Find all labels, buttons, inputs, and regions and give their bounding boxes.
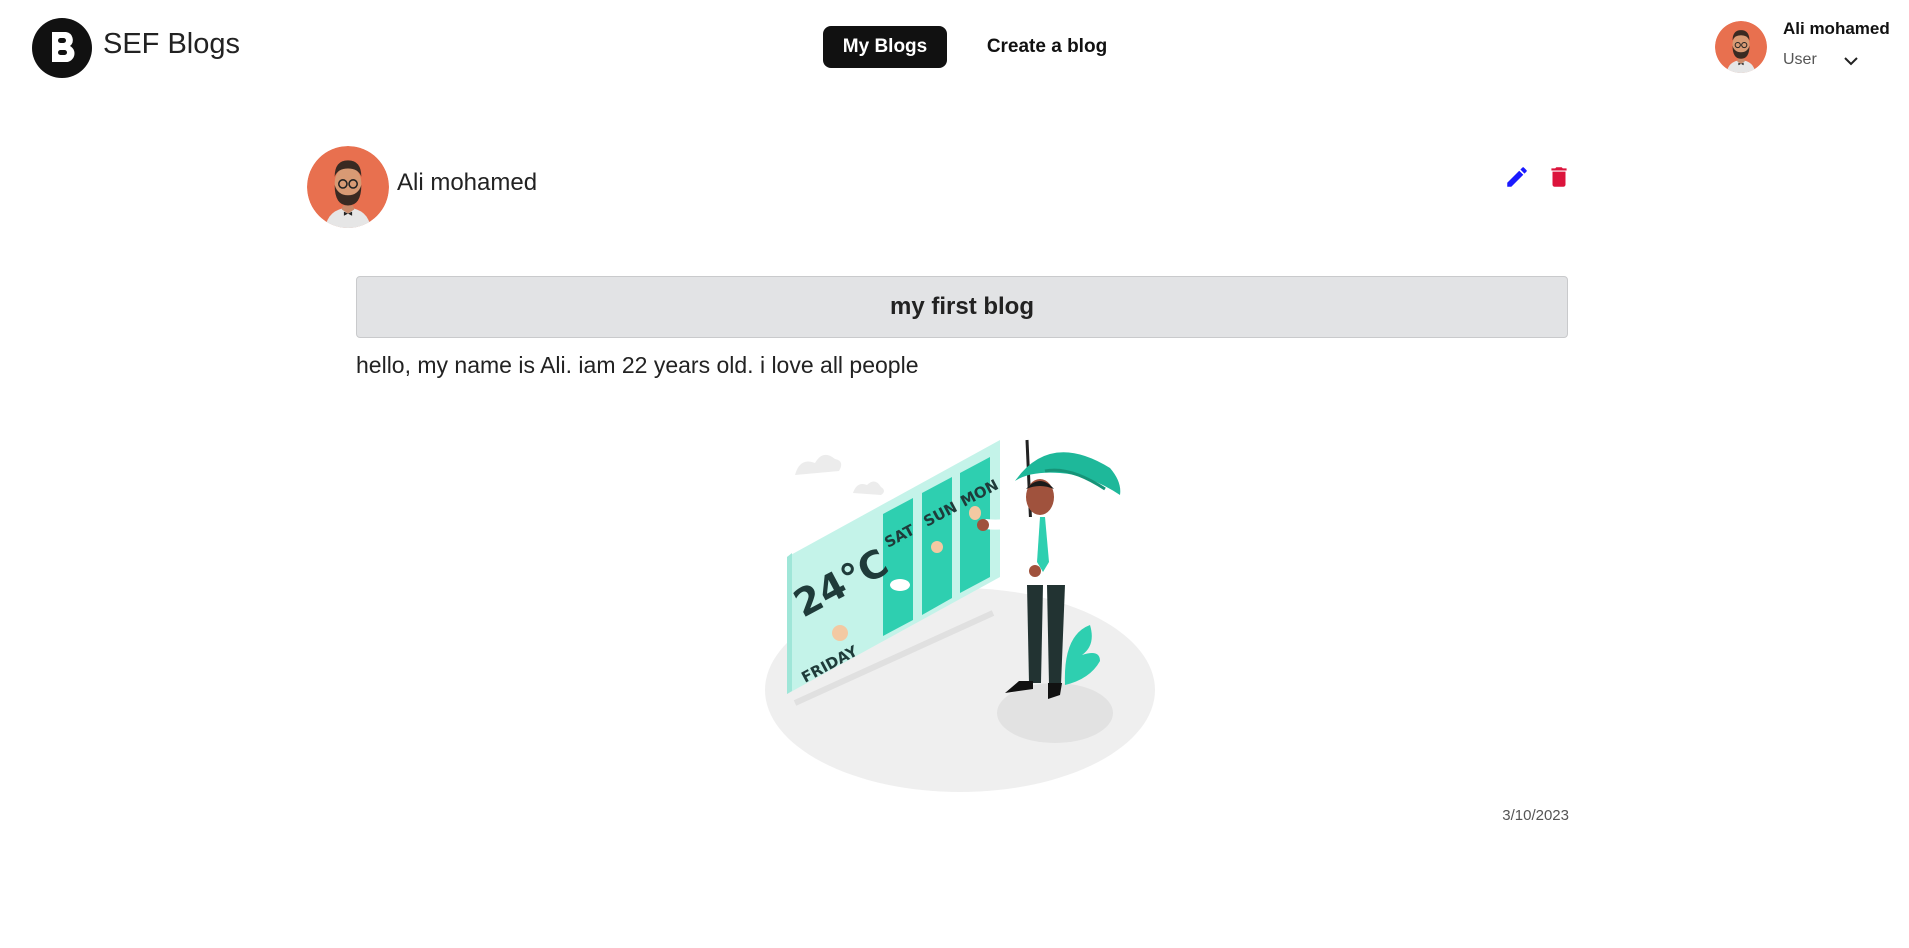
brand-name[interactable]: SEF Blogs bbox=[103, 28, 240, 61]
trash-icon[interactable] bbox=[1546, 164, 1572, 190]
author-avatar bbox=[307, 146, 389, 228]
nav-create-blog[interactable]: Create a blog bbox=[978, 26, 1116, 68]
post-date: 3/10/2023 bbox=[1502, 807, 1569, 824]
post-title: my first blog bbox=[356, 276, 1568, 338]
bearded-man-avatar-icon bbox=[1715, 21, 1767, 73]
bearded-man-avatar-icon bbox=[307, 146, 389, 228]
weather-forecast-illustration-icon: 24°C FRIDAY SAT SUN MON bbox=[765, 439, 1155, 792]
author-name: Ali mohamed bbox=[397, 169, 538, 196]
pencil-icon[interactable] bbox=[1504, 164, 1530, 190]
user-name: Ali mohamed bbox=[1783, 19, 1890, 38]
user-avatar[interactable] bbox=[1715, 21, 1767, 73]
user-role: User bbox=[1783, 51, 1817, 68]
chevron-down-icon[interactable] bbox=[1840, 50, 1862, 72]
post-body: hello, my name is Ali. iam 22 years old.… bbox=[356, 352, 919, 378]
nav-my-blogs[interactable]: My Blogs bbox=[823, 26, 947, 68]
blogger-logo-icon[interactable] bbox=[31, 17, 93, 79]
